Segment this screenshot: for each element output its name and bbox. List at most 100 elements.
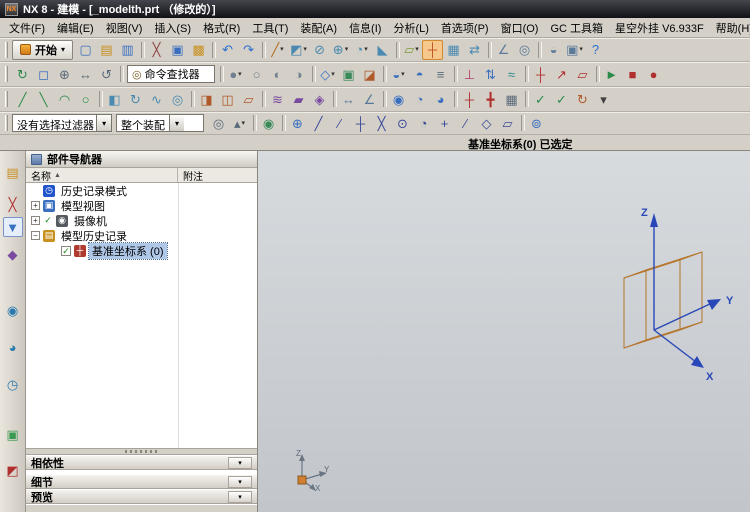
toolbar-icon[interactable] xyxy=(309,64,317,84)
sketch-icon[interactable]: ╱ xyxy=(267,40,288,60)
record-macro-icon[interactable]: ● xyxy=(643,64,664,84)
intersection-point-icon[interactable]: ╳ xyxy=(371,113,392,133)
split-body-icon[interactable]: ◫ xyxy=(217,89,238,109)
menu-item[interactable]: 星空外挂 V6.933F xyxy=(609,18,710,37)
measure-angle-icon[interactable]: ∠ xyxy=(359,89,380,109)
move-component-icon[interactable]: ⇅ xyxy=(480,64,501,84)
command-finder-field[interactable]: ◎ 命令查找器 xyxy=(127,65,215,83)
grid-icon[interactable]: ▦ xyxy=(501,89,522,109)
toolbar-icon[interactable] xyxy=(593,64,601,84)
toolbar-icon[interactable] xyxy=(117,64,125,84)
menu-item[interactable]: 窗口(O) xyxy=(495,18,545,37)
toolbar-grip[interactable] xyxy=(5,66,8,82)
toolbar-grip[interactable] xyxy=(5,115,8,131)
shaded-view-icon[interactable]: ● xyxy=(225,64,246,84)
mid-point-icon[interactable]: ∕ xyxy=(329,113,350,133)
arc-center-icon[interactable]: ⊙ xyxy=(392,113,413,133)
toolbar-icon[interactable] xyxy=(522,89,530,109)
menu-item[interactable]: GC 工具箱 xyxy=(544,18,609,37)
tree-row[interactable]: + ▣ 模型视图 xyxy=(26,198,257,213)
toolbar-icon[interactable] xyxy=(259,40,267,60)
menu-item[interactable]: 视图(V) xyxy=(100,18,149,37)
toolbar-icon[interactable] xyxy=(451,89,459,109)
vector-dialog-icon[interactable]: ↗ xyxy=(551,64,572,84)
constraint-navigator-icon[interactable]: ╳ xyxy=(3,195,23,215)
measure-distance-icon[interactable]: ↔ xyxy=(338,89,359,109)
quadrant-point-icon[interactable]: ◔ xyxy=(413,113,434,133)
toolbar-icon[interactable] xyxy=(380,64,388,84)
selection-scope-dropdown[interactable]: 整个装配 ▾ xyxy=(116,114,204,132)
datum-plane-icon[interactable]: ▱ xyxy=(401,40,422,60)
orient-view-icon[interactable]: ◇ xyxy=(317,64,338,84)
pan-icon[interactable]: ↔ xyxy=(75,64,96,84)
refresh-icon[interactable]: ↻ xyxy=(12,64,33,84)
general-selection-icon[interactable]: ◎ xyxy=(208,113,229,133)
history-palette-icon[interactable]: ◷ xyxy=(3,375,23,395)
toolbar-grip[interactable] xyxy=(5,41,8,58)
snapshot-icon[interactable]: ▣ xyxy=(338,64,359,84)
tube-icon[interactable]: ◎ xyxy=(167,89,188,109)
column-header-note[interactable]: 附注 xyxy=(178,168,257,183)
assembly-navigator-icon[interactable]: ▤ xyxy=(3,163,23,183)
n-sided-surface-icon[interactable]: ◈ xyxy=(309,89,330,109)
point-on-curve-icon[interactable]: ∕ xyxy=(455,113,476,133)
menu-item[interactable]: 插入(S) xyxy=(148,18,197,37)
selection-filter-dropdown[interactable]: 没有选择过滤器 ▾ xyxy=(12,114,112,132)
hd3d-tools-icon[interactable]: ◉ xyxy=(3,301,23,321)
ruled-surface-icon[interactable]: ▰ xyxy=(288,89,309,109)
chamfer-icon[interactable]: ◣ xyxy=(372,40,393,60)
bounded-plane-icon[interactable]: ▱ xyxy=(497,113,518,133)
menu-item[interactable]: 信息(I) xyxy=(343,18,387,37)
section-header[interactable]: 相依性 ▾ xyxy=(26,455,257,470)
section-header[interactable]: 细节 ▾ xyxy=(26,474,257,489)
toolbar-icon[interactable] xyxy=(380,89,388,109)
menu-item[interactable]: 分析(L) xyxy=(387,18,434,37)
copy-icon[interactable]: ▣ xyxy=(167,40,188,60)
line-icon[interactable]: ╲ xyxy=(33,89,54,109)
show-hide-toggle-icon[interactable]: ◒ xyxy=(388,64,409,84)
snap-enable-icon[interactable]: ⊚ xyxy=(526,113,547,133)
redo-icon[interactable]: ↷ xyxy=(238,40,259,60)
circle-icon[interactable]: ○ xyxy=(75,89,96,109)
web-browser-icon[interactable]: ◕ xyxy=(3,337,23,357)
select-priority-icon[interactable]: ▴ xyxy=(229,113,250,133)
simple-interference-icon[interactable]: ✓ xyxy=(551,89,572,109)
swept-icon[interactable]: ∿ xyxy=(146,89,167,109)
save-icon[interactable]: ▥ xyxy=(117,40,138,60)
point-on-surface-icon[interactable]: ◇ xyxy=(476,113,497,133)
tree-row[interactable]: − ▤ 模型历史记录 xyxy=(26,228,257,243)
datum-csys-icon[interactable]: ┼ xyxy=(422,39,444,60)
layer-settings-icon[interactable]: ≡ xyxy=(430,64,451,84)
menu-item[interactable]: 编辑(E) xyxy=(51,18,100,37)
through-curves-icon[interactable]: ≋ xyxy=(267,89,288,109)
toolbar-icon[interactable] xyxy=(330,89,338,109)
face-analysis-icon[interactable]: ◑ xyxy=(288,64,309,84)
toolbar-grip[interactable] xyxy=(5,91,8,107)
toolbar-icon[interactable] xyxy=(535,40,543,60)
menu-item[interactable]: 文件(F) xyxy=(3,18,51,37)
trim-body-icon[interactable]: ◨ xyxy=(196,89,217,109)
arc-icon[interactable]: ◠ xyxy=(54,89,75,109)
edit-object-display-icon[interactable]: ◉ xyxy=(388,89,409,109)
control-point-icon[interactable]: ┼ xyxy=(350,113,371,133)
toolbar-icon[interactable] xyxy=(188,89,196,109)
reuse-library-icon[interactable]: ◆ xyxy=(3,245,23,265)
rotate-view-icon[interactable]: ↺ xyxy=(96,64,117,84)
datum-csys-graphic[interactable]: Z Y X xyxy=(584,200,744,385)
expand-toggle-icon[interactable]: − xyxy=(31,231,40,240)
toolbar-icon[interactable] xyxy=(250,113,258,133)
show-hide-icon[interactable]: ◒ xyxy=(543,40,564,60)
process-studio-icon[interactable]: ▣ xyxy=(3,425,23,445)
update-model-icon[interactable]: ↻ xyxy=(572,89,593,109)
wave-geometry-linker-icon[interactable]: ≈ xyxy=(501,64,522,84)
help-icon[interactable]: ? xyxy=(585,40,606,60)
end-point-icon[interactable]: ╱ xyxy=(308,113,329,133)
section-view-icon[interactable]: ◪ xyxy=(359,64,380,84)
show-object-icon[interactable]: ◔ xyxy=(409,89,430,109)
immediate-hide-icon[interactable]: ◓ xyxy=(409,64,430,84)
offset-surface-icon[interactable]: ▱ xyxy=(238,89,259,109)
roles-icon[interactable]: ◩ xyxy=(3,461,23,481)
measure-icon[interactable]: ∠ xyxy=(493,40,514,60)
wcs-orient-icon[interactable]: ╋ xyxy=(480,89,501,109)
pattern-feature-icon[interactable]: ▦ xyxy=(443,40,464,60)
